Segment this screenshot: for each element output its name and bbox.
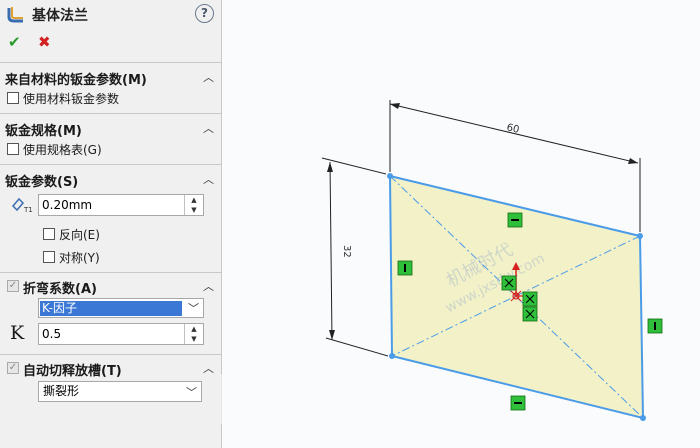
vertical-relation-icon[interactable]: [397, 260, 413, 276]
k-factor-spinner[interactable]: ▲ ▼: [184, 324, 203, 344]
collapse-caret-icon[interactable]: ︿: [203, 171, 214, 186]
thickness-icon: T1: [11, 197, 33, 214]
svg-text:T1: T1: [23, 206, 33, 214]
divider: [0, 272, 222, 273]
use-material-params-checkbox[interactable]: [7, 92, 19, 104]
base-flange-icon: [7, 7, 23, 23]
reverse-checkbox[interactable]: [43, 228, 55, 240]
sketch-point[interactable]: [640, 415, 646, 421]
sketch-point[interactable]: [637, 233, 643, 239]
collapse-caret-icon[interactable]: ︿: [203, 69, 214, 84]
section-title-bend[interactable]: 折弯系数(A): [23, 278, 97, 297]
use-gauge-table-checkbox[interactable]: [7, 143, 19, 155]
chevron-down-icon[interactable]: ﹀: [188, 300, 199, 316]
k-factor-input[interactable]: 0.5 ▲ ▼: [38, 323, 204, 345]
section-title-params[interactable]: 钣金参数(S): [5, 171, 78, 190]
bend-allowance-checkbox[interactable]: ✓: [7, 280, 19, 292]
symmetric-checkbox[interactable]: [43, 251, 55, 263]
thickness-input[interactable]: 0.20mm ▲ ▼: [38, 194, 204, 216]
collapse-caret-icon[interactable]: ︿: [203, 120, 214, 135]
sketch-point[interactable]: [389, 353, 395, 359]
use-gauge-table-label: 使用规格表(G): [23, 143, 102, 157]
midpoint-relation-icon[interactable]: [522, 306, 538, 322]
help-icon[interactable]: ?: [195, 4, 214, 23]
dimension-vertical[interactable]: 32: [321, 157, 389, 357]
divider: [0, 113, 222, 114]
auto-relief-checkbox[interactable]: ✓: [7, 362, 19, 374]
section-title-gauge[interactable]: 钣金规格(M): [5, 120, 82, 139]
horizontal-relation-icon[interactable]: [507, 212, 523, 228]
divider: [0, 354, 222, 355]
thickness-spinner[interactable]: ▲ ▼: [184, 195, 203, 215]
use-material-params-label: 使用材料钣金参数: [23, 92, 120, 106]
property-manager-panel: 基体法兰 ? ✔ ✖ 来自材料的钣金参数(M) ︿ 使用材料钣金参数 钣金规格(…: [0, 0, 222, 448]
panel-title: 基体法兰: [32, 8, 88, 24]
horizontal-relation-icon[interactable]: [510, 395, 526, 411]
divider: [0, 164, 222, 165]
reverse-label: 反向(E): [59, 228, 100, 242]
section-title-material[interactable]: 来自材料的钣金参数(M): [5, 69, 147, 88]
dimension-label[interactable]: 60: [505, 122, 520, 136]
graphics-viewport[interactable]: 60 32 机械时代 www.jxsdw.com: [222, 0, 700, 448]
vertical-relation-icon[interactable]: [647, 318, 663, 334]
midpoint-relation-icon[interactable]: [522, 291, 538, 307]
bend-type-dropdown[interactable]: K-因子 ﹀: [38, 298, 204, 318]
collapse-caret-icon[interactable]: ︿: [203, 278, 214, 293]
cancel-button[interactable]: ✖: [38, 33, 51, 51]
thickness-value: 0.20mm: [42, 198, 93, 212]
sketch-canvas[interactable]: 60 32 机械时代 www.jxsdw.com: [222, 0, 700, 448]
relief-type-value: 撕裂形: [43, 384, 80, 398]
divider: [0, 62, 222, 63]
k-factor-value: 0.5: [42, 327, 62, 341]
panel-header: 基体法兰 ?: [0, 0, 222, 28]
bend-type-value: K-因子: [40, 301, 182, 316]
k-factor-symbol: K: [10, 322, 25, 344]
midpoint-relation-icon[interactable]: [501, 275, 517, 291]
collapse-caret-icon[interactable]: ︿: [203, 360, 214, 375]
symmetric-label: 对称(Y): [59, 251, 100, 265]
dimension-label[interactable]: 32: [341, 245, 352, 258]
sketch-point[interactable]: [387, 173, 393, 179]
chevron-down-icon[interactable]: ﹀: [186, 383, 197, 402]
relief-type-dropdown[interactable]: 撕裂形 ﹀: [38, 381, 202, 402]
section-title-relief[interactable]: 自动切释放槽(T): [23, 360, 122, 379]
ok-button[interactable]: ✔: [8, 33, 21, 51]
